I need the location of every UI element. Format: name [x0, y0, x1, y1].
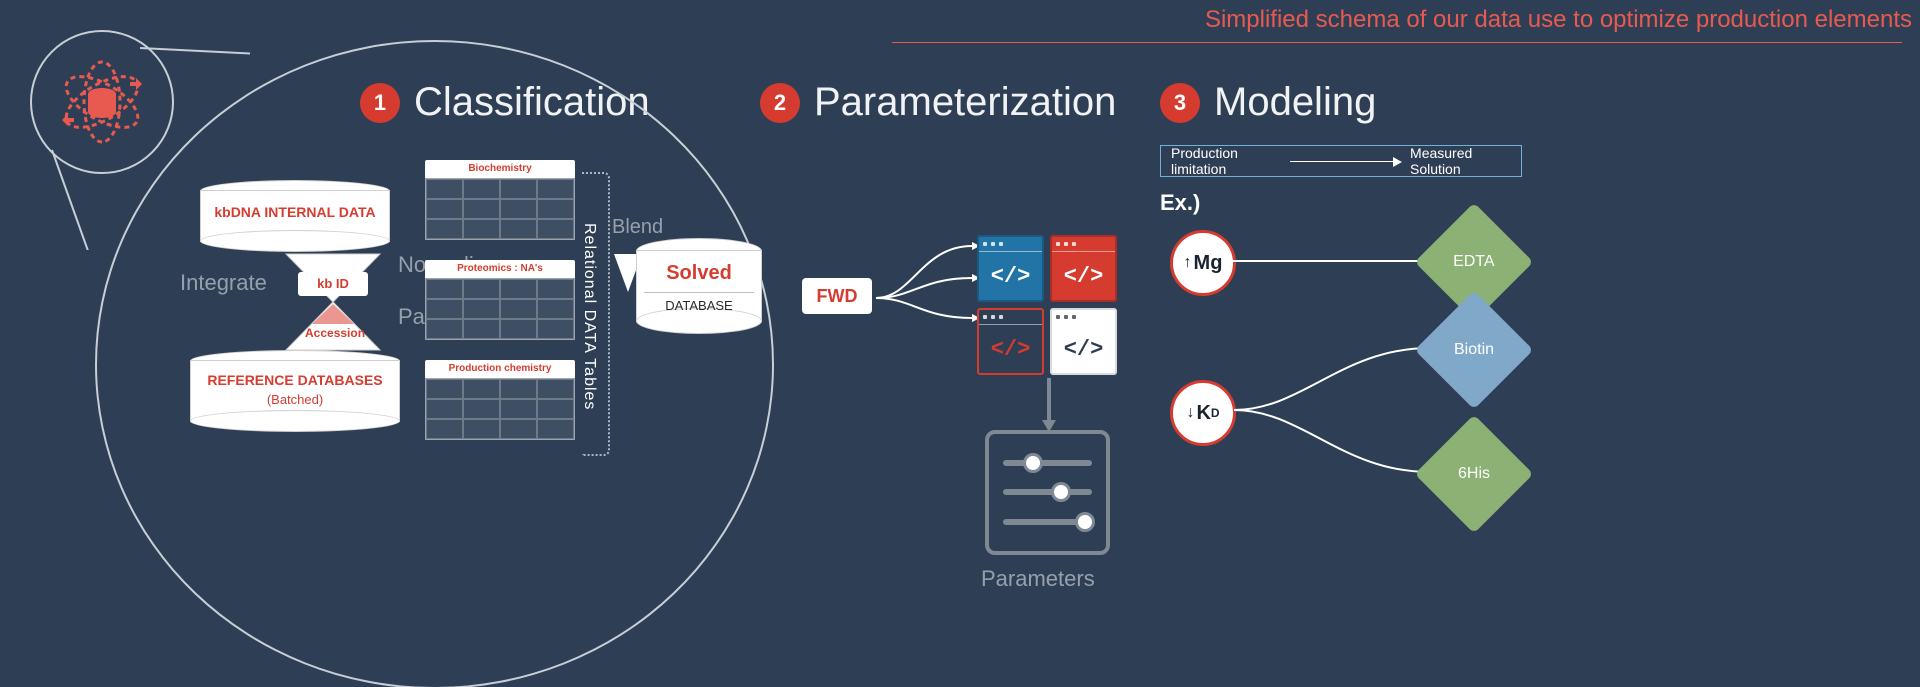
node-kd: ↓KD — [1170, 380, 1236, 446]
modeling-legend-box: Production limitation Measured Solution — [1160, 145, 1522, 177]
cylinder-solved-database: Solved DATABASE — [636, 250, 762, 328]
table-biochemistry: Biochemistry — [425, 160, 575, 240]
mg-arrow-icon: ↑ — [1184, 254, 1192, 272]
kb-id-chip: kb ID — [298, 272, 368, 296]
cylinder-reference-db: REFERENCE DATABASES (Batched) — [190, 360, 400, 430]
table-biochemistry-header: Biochemistry — [425, 160, 575, 178]
fwd-branches — [872, 228, 982, 386]
table-production-chem: Production chemistry — [425, 360, 575, 440]
caption-underline — [892, 42, 1902, 43]
code-tile-2: </> — [1050, 235, 1117, 302]
table-proteomics-header: Proteomics : NA's — [425, 260, 575, 278]
data-tables-group: Biochemistry Proteomics : NA's Productio… — [425, 160, 575, 460]
code-tile-3: </> — [977, 308, 1044, 375]
node-6his: 6His — [1415, 415, 1534, 534]
parameters-panel — [985, 430, 1110, 555]
parameters-label: Parameters — [981, 566, 1095, 592]
step-2-header: 2 Parameterization — [760, 80, 1116, 125]
example-label: Ex.) — [1160, 190, 1200, 216]
code-tile-1: </> — [977, 235, 1044, 302]
node-mg: ↑Mg — [1170, 230, 1236, 296]
cylinder-internal-data-label: kbDNA INTERNAL DATA — [200, 204, 390, 220]
slider-3 — [1003, 519, 1092, 525]
cylinder-reference-db-label2: (Batched) — [190, 392, 400, 407]
slider-1 — [1003, 460, 1092, 466]
solved-label: Solved — [636, 262, 762, 285]
kd-branches — [1232, 330, 1432, 490]
hourglass-icon: kb ID Accession — [276, 250, 390, 365]
cylinder-reference-db-label1: REFERENCE DATABASES — [190, 372, 400, 388]
legend-arrow-icon — [1290, 161, 1400, 162]
legend-right-text: Measured Solution — [1400, 145, 1521, 177]
mg-edta-connector — [1232, 258, 1430, 264]
step-3-header: 3 Modeling — [1160, 80, 1376, 125]
diagram-caption: Simplified schema of our data use to opt… — [1205, 6, 1912, 34]
label-blend: Blend — [612, 216, 663, 239]
code-tile-4: </> — [1050, 308, 1117, 375]
code-tiles-grid: </> </> </> </> — [977, 235, 1117, 375]
relational-bracket-label: Relational DATA Tables — [576, 192, 598, 442]
step-3-title: Modeling — [1214, 80, 1376, 125]
label-integrate: Integrate — [180, 270, 267, 296]
node-biotin: Biotin — [1415, 291, 1534, 410]
step-3-badge: 3 — [1160, 83, 1200, 123]
table-proteomics: Proteomics : NA's — [425, 260, 575, 340]
cylinder-internal-data: kbDNA INTERNAL DATA — [200, 190, 390, 250]
tiles-to-params-arrow — [1040, 378, 1060, 433]
fwd-chip: FWD — [802, 278, 872, 314]
table-production-chem-header: Production chemistry — [425, 360, 575, 378]
database-label: DATABASE — [636, 298, 762, 313]
slider-2 — [1003, 489, 1092, 495]
kd-arrow-icon: ↓ — [1186, 404, 1194, 422]
accession-label: Accession — [305, 326, 365, 340]
data-atom-icon — [30, 30, 174, 174]
step-2-title: Parameterization — [814, 80, 1116, 125]
step-2-badge: 2 — [760, 83, 800, 123]
legend-left-text: Production limitation — [1161, 145, 1290, 177]
